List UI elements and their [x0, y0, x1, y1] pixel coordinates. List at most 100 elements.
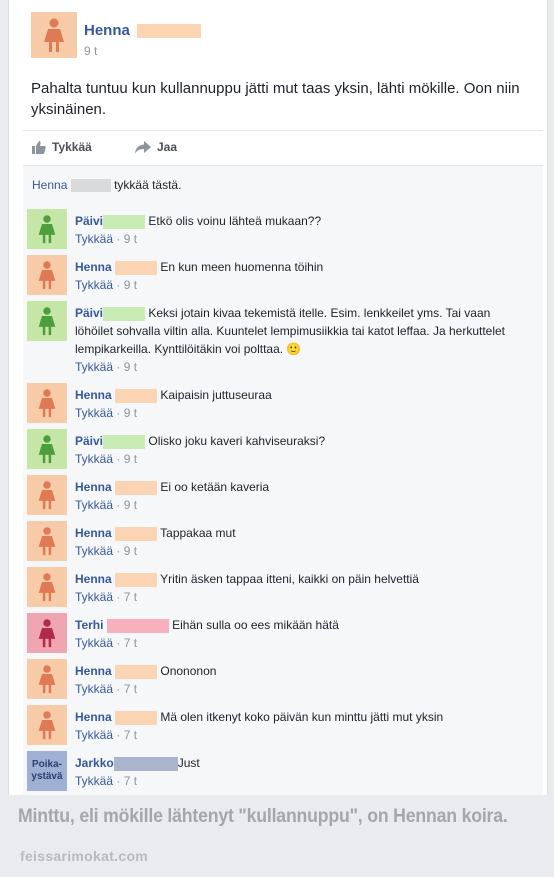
- comment-like-link[interactable]: Tykkää: [75, 728, 113, 742]
- commenter-name[interactable]: Henna: [75, 572, 112, 586]
- commenter-avatar[interactable]: [27, 209, 67, 249]
- person-icon: [38, 435, 56, 464]
- post-author-name[interactable]: Henna: [84, 22, 130, 39]
- commenter-avatar[interactable]: [27, 659, 67, 699]
- commenter-name[interactable]: Päivi: [75, 306, 103, 320]
- redacted-surname: [103, 434, 146, 449]
- commenter-name[interactable]: Päivi: [75, 214, 103, 228]
- comment-like-link[interactable]: Tykkää: [75, 360, 113, 374]
- person-icon: [38, 573, 56, 602]
- commenter-avatar[interactable]: [27, 255, 67, 295]
- person-icon: [38, 215, 56, 244]
- comment-body: Henna Kaipaisin juttuseuraa: [75, 386, 530, 404]
- commenter-name[interactable]: Jarkko: [75, 756, 114, 770]
- commenter-avatar[interactable]: [27, 613, 67, 653]
- comment-meta: Tykkää · 9 t: [75, 406, 138, 420]
- comment-time[interactable]: 9 t: [124, 232, 137, 246]
- comment-text: Etkö olis voinu lähteä mukaan??: [148, 214, 322, 228]
- liker-name[interactable]: Henna: [32, 178, 67, 192]
- comment-body: Päivi Olisko joku kaveri kahviseuraksi?: [75, 432, 530, 450]
- comment-text: Eihän sulla oo ees mikään hätä: [172, 618, 339, 632]
- comment-text: Tappakaa mut: [160, 526, 236, 540]
- commenter-name[interactable]: Henna: [75, 526, 112, 540]
- comment-meta: Tykkää · 7 t: [75, 774, 138, 788]
- redacted-surname: [70, 179, 111, 193]
- comment-text: Just: [177, 756, 200, 770]
- comment-time[interactable]: 7 t: [124, 774, 137, 788]
- redacted-surname: [106, 618, 169, 633]
- comment-like-link[interactable]: Tykkää: [75, 682, 113, 696]
- person-icon: [38, 307, 56, 336]
- comment-meta: Tykkää · 9 t: [75, 278, 138, 292]
- commenter-name[interactable]: Henna: [75, 480, 112, 494]
- commenter-name[interactable]: Terhi: [75, 618, 103, 632]
- comment-time[interactable]: 7 t: [124, 590, 137, 604]
- comment-body: Terhi Eihän sulla oo ees mikään hätä: [75, 616, 530, 634]
- comment-meta: Tykkää · 7 t: [75, 682, 138, 696]
- comment-like-link[interactable]: Tykkää: [75, 544, 113, 558]
- commenter-name[interactable]: Henna: [75, 664, 112, 678]
- redacted-surname: [115, 710, 158, 725]
- comment-like-link[interactable]: Tykkää: [75, 278, 113, 292]
- comment-body: Päivi Keksi jotain kivaa tekemistä itell…: [75, 304, 530, 358]
- commenter-name[interactable]: Päivi: [75, 434, 103, 448]
- author-avatar[interactable]: [31, 12, 77, 58]
- person-icon: [38, 619, 56, 648]
- likes-text: tykkää tästä.: [114, 178, 182, 192]
- comment-text: Ei oo ketään kaveria: [160, 480, 270, 494]
- comment-body: Henna Onononon: [75, 662, 530, 680]
- comment-like-link[interactable]: Tykkää: [75, 232, 113, 246]
- comment-like-link[interactable]: Tykkää: [75, 452, 113, 466]
- comment-meta: Tykkää · 7 t: [75, 636, 138, 650]
- commenter-avatar[interactable]: Poika-ystävä: [27, 751, 67, 791]
- share-arrow-icon: [135, 140, 151, 154]
- comment-time[interactable]: 9 t: [124, 452, 137, 466]
- comment-like-link[interactable]: Tykkää: [75, 406, 113, 420]
- comment-time[interactable]: 7 t: [124, 728, 137, 742]
- comment-time[interactable]: 9 t: [124, 544, 137, 558]
- redacted-surname: [115, 664, 158, 679]
- comment-body: Henna Mä olen itkenyt koko päivän kun mi…: [75, 708, 530, 726]
- share-button[interactable]: Jaa: [135, 140, 177, 154]
- redacted-surname: [103, 306, 146, 321]
- commenter-name[interactable]: Henna: [75, 710, 112, 724]
- commenter-avatar[interactable]: [27, 383, 67, 423]
- commenter-avatar[interactable]: [27, 301, 67, 341]
- comment-meta: Tykkää · 9 t: [75, 544, 138, 558]
- comment-text: Yritin äsken tappaa itteni, kaikki on pä…: [160, 572, 419, 586]
- commenter-avatar[interactable]: [27, 475, 67, 515]
- comment-body: Henna Ei oo ketään kaveria: [75, 478, 530, 496]
- commenter-avatar[interactable]: [27, 705, 67, 745]
- comment-time[interactable]: 9 t: [124, 278, 137, 292]
- redacted-surname: [103, 214, 146, 229]
- comment-time[interactable]: 7 t: [124, 636, 137, 650]
- comment-time[interactable]: 7 t: [124, 682, 137, 696]
- comment-like-link[interactable]: Tykkää: [75, 774, 113, 788]
- person-icon: [38, 261, 56, 290]
- redacted-surname: [115, 260, 158, 275]
- comment-meta: Tykkää · 9 t: [75, 360, 138, 374]
- commenter-name[interactable]: Henna: [75, 388, 112, 402]
- thumbs-up-icon: [32, 141, 46, 154]
- person-icon: [38, 481, 56, 510]
- like-button[interactable]: Tykkää: [31, 140, 92, 154]
- comment-time[interactable]: 9 t: [124, 360, 137, 374]
- comment-like-link[interactable]: Tykkää: [75, 636, 113, 650]
- commenter-avatar[interactable]: [27, 429, 67, 469]
- post-author[interactable]: Henna: [84, 22, 202, 39]
- commenter-avatar[interactable]: [27, 521, 67, 561]
- avatar-label: Poika-ystävä: [31, 759, 63, 782]
- person-icon: [38, 711, 56, 740]
- comment-like-link[interactable]: Tykkää: [75, 590, 113, 604]
- comment-time[interactable]: 9 t: [124, 498, 137, 512]
- comment-meta: Tykkää · 9 t: [75, 452, 138, 466]
- comment-body: Jarkko Just: [75, 754, 530, 772]
- share-label: Jaa: [157, 140, 178, 154]
- comment-list: Päivi Etkö olis voinu lähteä mukaan?? Ty…: [23, 202, 543, 795]
- post-card: Henna 9 t Pahalta tuntuu kun kullannuppu…: [8, 0, 548, 795]
- comment-like-link[interactable]: Tykkää: [75, 498, 113, 512]
- commenter-name[interactable]: Henna: [75, 260, 112, 274]
- commenter-avatar[interactable]: [27, 567, 67, 607]
- post-timestamp[interactable]: 9 t: [84, 44, 97, 58]
- comment-time[interactable]: 9 t: [124, 406, 137, 420]
